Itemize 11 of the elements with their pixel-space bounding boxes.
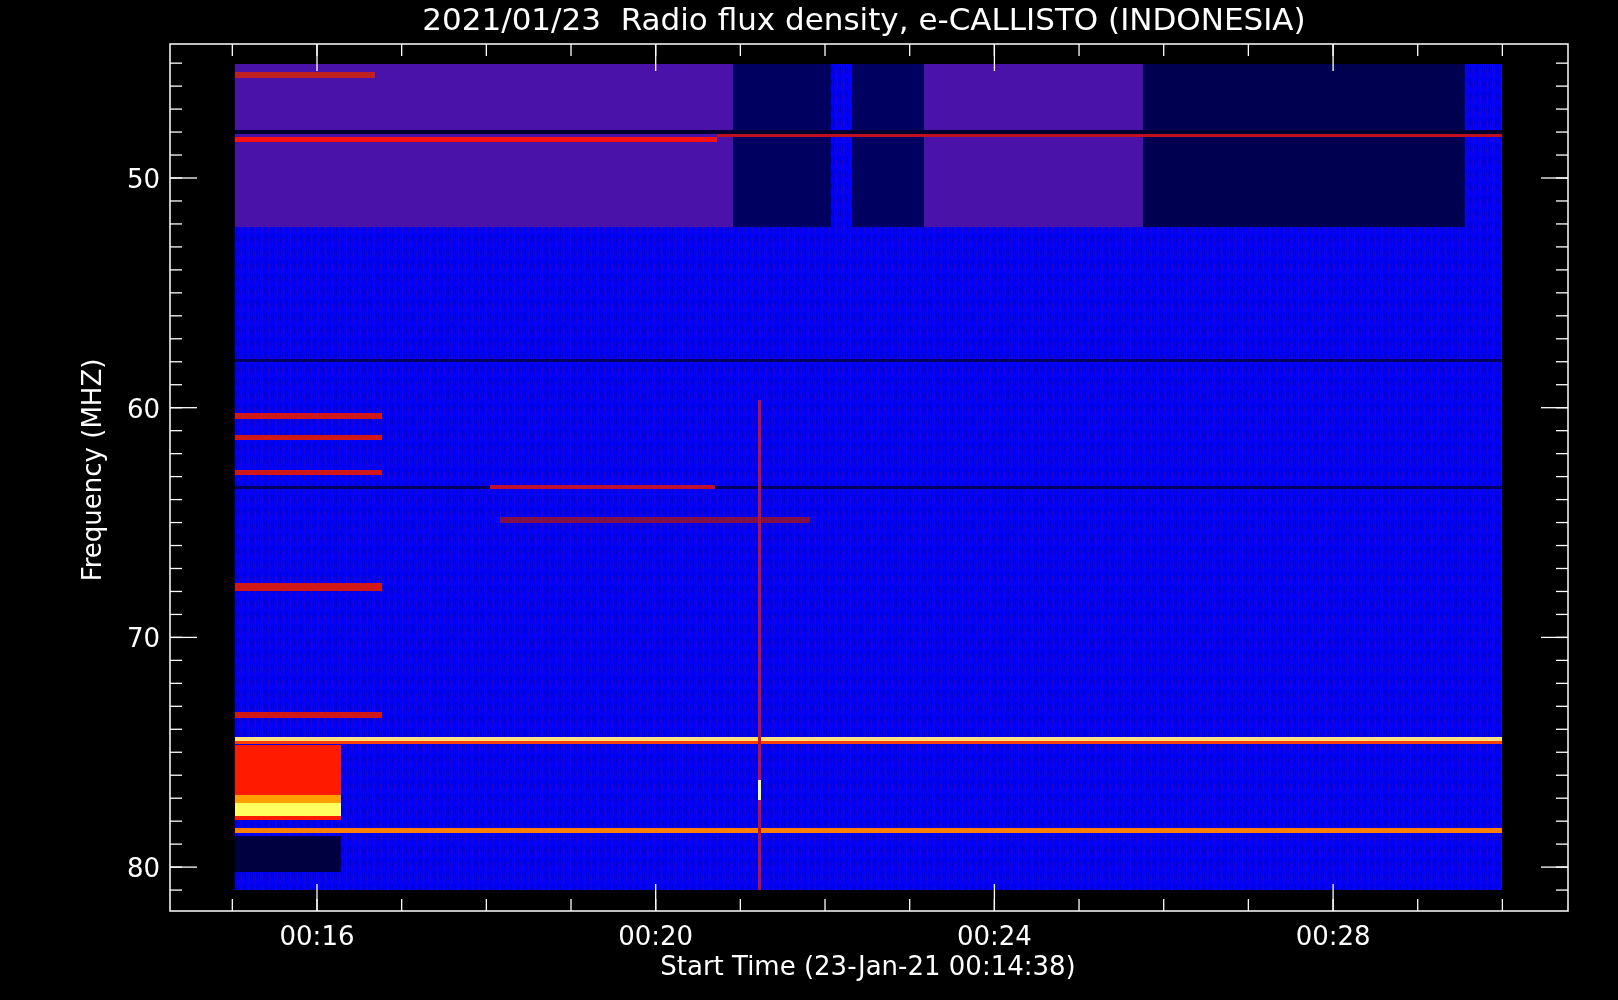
x-tick-label: 00:28 [1295,921,1371,951]
y-tick-label: 50 [126,164,160,194]
x-tick-label: 00:16 [279,921,355,951]
y-tick-label: 60 [126,393,160,424]
x-tick-label: 00:20 [618,921,694,951]
y-axis-label: Frequency (MHZ) [77,358,107,582]
y-tick-label: 70 [126,623,160,654]
x-axis-label: Start Time (23-Jan-21 00:14:38) [660,951,1076,981]
x-tick-label: 00:24 [956,921,1032,951]
chart-title: 2021/01/23 Radio flux density, e-CALLISTO (INDONESIA) [422,1,1306,37]
y-tick-label: 80 [126,853,160,884]
